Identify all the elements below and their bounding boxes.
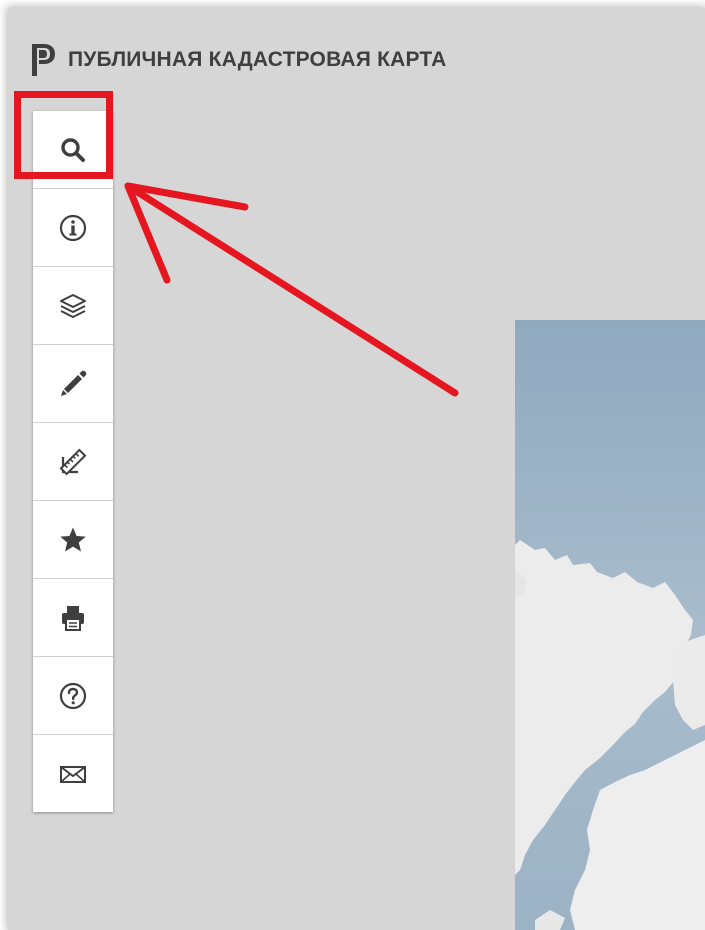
map-tiles xyxy=(515,320,705,930)
pencil-icon xyxy=(61,370,87,396)
toolbar xyxy=(33,111,113,812)
page-title: ПУБЛИЧНАЯ КАДАСТРОВАЯ КАРТА xyxy=(68,48,447,71)
info-icon xyxy=(59,214,87,241)
map-area[interactable] xyxy=(515,320,705,930)
help-button[interactable] xyxy=(33,657,113,735)
pkk-logo-icon xyxy=(32,44,55,76)
print-button[interactable] xyxy=(33,579,113,657)
info-button[interactable] xyxy=(33,189,113,267)
star-icon xyxy=(60,527,86,551)
map-viewport: ПУБЛИЧНАЯ КАДАСТРОВАЯ КАРТА xyxy=(8,8,705,930)
measure-button[interactable] xyxy=(33,423,113,501)
app-header: ПУБЛИЧНАЯ КАДАСТРОВАЯ КАРТА xyxy=(30,40,446,80)
layers-icon xyxy=(60,293,86,318)
layers-button[interactable] xyxy=(33,267,113,345)
envelope-icon xyxy=(60,765,86,783)
draw-button[interactable] xyxy=(33,345,113,423)
search-icon xyxy=(61,137,85,162)
printer-icon xyxy=(62,605,84,631)
search-button[interactable] xyxy=(33,111,113,189)
favorites-button[interactable] xyxy=(33,501,113,579)
feedback-button[interactable] xyxy=(33,735,113,812)
ruler-icon xyxy=(59,448,87,475)
help-icon xyxy=(59,682,87,709)
